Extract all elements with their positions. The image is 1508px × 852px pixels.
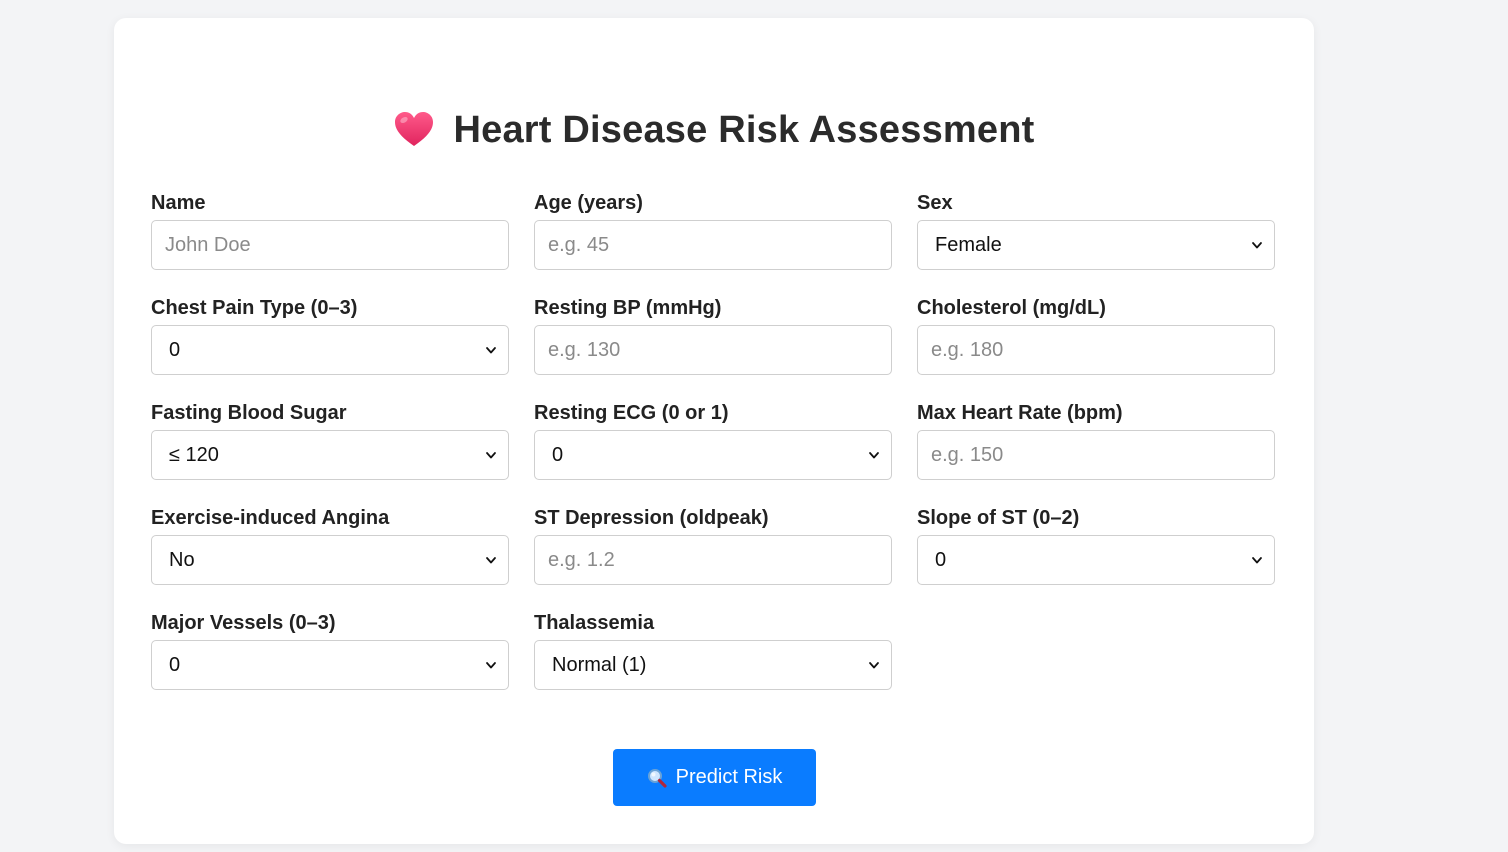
age-label: Age (years) [534,192,643,214]
slope-field-group: Slope of ST (0–2) 0 [917,487,1275,592]
heart-icon [395,112,434,146]
chevron-down-icon [486,347,496,354]
sex-select-value: Female [935,233,1002,256]
magnifier-icon [647,768,667,788]
thal-field-group: Thalassemia Normal (1) [534,592,892,697]
thal-label: Thalassemia [534,612,655,634]
fasting-sugar-field-group: Fasting Blood Sugar ≤ 120 [151,382,509,487]
form-grid: Name Age (years) Sex Female Chest Pain T… [151,172,1276,697]
resting-bp-field-group: Resting BP (mmHg) [534,277,892,382]
oldpeak-label: ST Depression (oldpeak) [534,507,769,529]
name-label: Name [151,192,206,214]
name-input[interactable] [151,220,509,270]
chest-pain-select-value: 0 [169,338,181,361]
resting-bp-label: Resting BP (mmHg) [534,297,722,319]
chest-pain-label: Chest Pain Type (0–3) [151,297,358,319]
angina-select[interactable]: No [151,535,509,585]
cholesterol-input[interactable] [917,325,1275,375]
fasting-sugar-label: Fasting Blood Sugar [151,402,347,424]
vessels-select[interactable]: 0 [151,640,509,690]
chevron-down-icon [1252,557,1262,564]
slope-select[interactable]: 0 [917,535,1275,585]
sex-label: Sex [917,192,953,214]
actions-row: Predict Risk [114,749,1314,806]
oldpeak-field-group: ST Depression (oldpeak) [534,487,892,592]
vessels-field-group: Major Vessels (0–3) 0 [151,592,509,697]
predict-risk-label: Predict Risk [675,766,783,788]
angina-label: Exercise-induced Angina [151,507,390,529]
title-row: Heart Disease Risk Assessment [114,104,1314,156]
max-hr-field-group: Max Heart Rate (bpm) [917,382,1275,487]
age-input[interactable] [534,220,892,270]
oldpeak-input[interactable] [534,535,892,585]
cholesterol-label: Cholesterol (mg/dL) [917,297,1106,319]
cholesterol-field-group: Cholesterol (mg/dL) [917,277,1275,382]
chest-pain-select[interactable]: 0 [151,325,509,375]
resting-ecg-label: Resting ECG (0 or 1) [534,402,729,424]
page-title: Heart Disease Risk Assessment [453,108,1035,151]
chevron-down-icon [486,557,496,564]
resting-bp-input[interactable] [534,325,892,375]
thal-select-value: Normal (1) [552,653,647,676]
vessels-label: Major Vessels (0–3) [151,612,336,634]
resting-ecg-field-group: Resting ECG (0 or 1) 0 [534,382,892,487]
fasting-sugar-select[interactable]: ≤ 120 [151,430,509,480]
name-field-group: Name [151,172,509,277]
assessment-card: Heart Disease Risk Assessment Name Age (… [114,18,1314,844]
vessels-select-value: 0 [169,653,181,676]
thal-select[interactable]: Normal (1) [534,640,892,690]
chevron-down-icon [869,452,879,459]
sex-field-group: Sex Female [917,172,1275,277]
slope-select-value: 0 [935,548,947,571]
fasting-sugar-select-value: ≤ 120 [169,443,219,466]
chevron-down-icon [1252,242,1262,249]
resting-ecg-select[interactable]: 0 [534,430,892,480]
max-hr-input[interactable] [917,430,1275,480]
chevron-down-icon [869,662,879,669]
chest-pain-field-group: Chest Pain Type (0–3) 0 [151,277,509,382]
angina-field-group: Exercise-induced Angina No [151,487,509,592]
slope-label: Slope of ST (0–2) [917,507,1080,529]
max-hr-label: Max Heart Rate (bpm) [917,402,1123,424]
resting-ecg-select-value: 0 [552,443,564,466]
age-field-group: Age (years) [534,172,892,277]
sex-select[interactable]: Female [917,220,1275,270]
angina-select-value: No [169,548,195,571]
chevron-down-icon [486,662,496,669]
chevron-down-icon [486,452,496,459]
predict-risk-button[interactable]: Predict Risk [612,749,816,806]
